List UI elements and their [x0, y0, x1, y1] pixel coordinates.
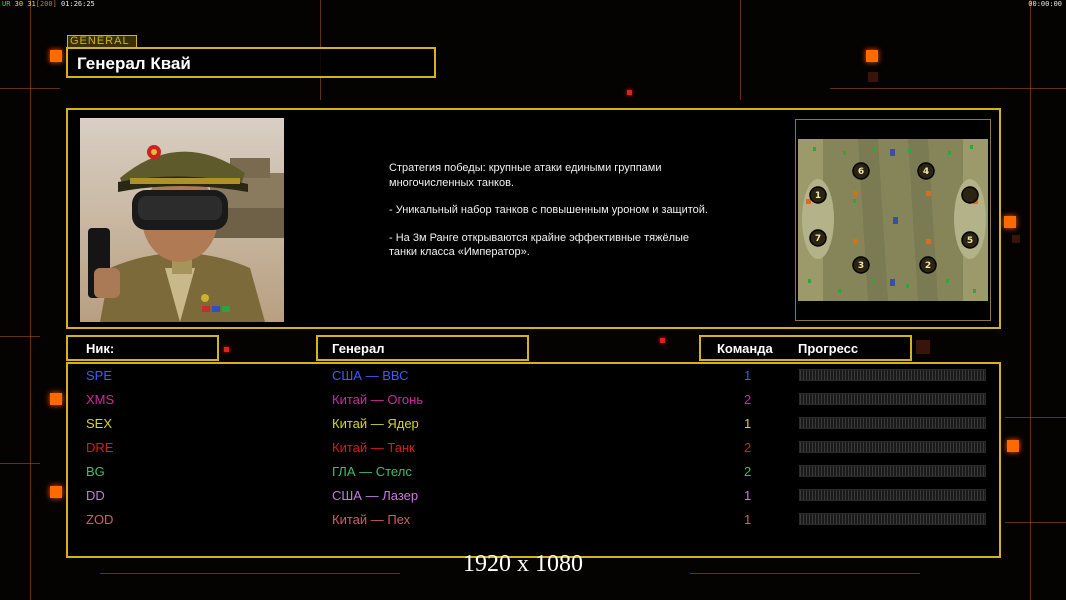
strategy-line-2: - Уникальный набор танков с повышенным у… — [389, 204, 708, 216]
player-row: SPE США — ВВС 1 — [68, 366, 999, 390]
header-nick: Ник: — [66, 335, 219, 361]
map-slot-4: 4 — [923, 167, 929, 177]
player-nick: SPE — [86, 368, 113, 383]
player-general: США — Лазер — [332, 488, 419, 503]
player-nick: XMS — [86, 392, 115, 407]
player-general: Китай — Пех — [332, 512, 411, 527]
general-title: Генерал Квай — [77, 54, 191, 73]
players-table: SPE США — ВВС 1 XMS Китай — Огонь 2 SEX Китай —… — [66, 362, 1001, 558]
hud-label: UR — [2, 0, 11, 8]
player-row: DD США — Лазер 1 — [68, 486, 999, 510]
hud-fps-readout: UR 30 31[200] 01:26:25 — [2, 0, 95, 8]
header-nick-label: Ник: — [86, 341, 115, 356]
player-team: 1 — [744, 512, 752, 527]
player-row: BG ГЛА — Стелс 2 — [68, 462, 999, 486]
map-slot-5: 5 — [967, 236, 973, 246]
player-general: Китай — Ядер — [332, 416, 419, 431]
player-team: 2 — [744, 440, 752, 455]
header-progress-label: Прогресс — [798, 341, 859, 356]
header-general: Генерал — [316, 335, 529, 361]
player-nick: BG — [86, 464, 105, 479]
player-progress-bar — [799, 513, 986, 525]
player-row: ZOD Китай — Пех 1 — [68, 510, 999, 534]
player-general: ГЛА — Стелс — [332, 464, 412, 479]
strategy-line-1: Стратегия победы: крупные атаки едиными … — [389, 162, 662, 189]
general-portrait — [80, 118, 284, 322]
resolution-label: 1920 x 1080 — [463, 551, 583, 577]
header-team-label: Команда — [717, 341, 773, 356]
map-slot-6: 6 — [858, 167, 864, 177]
player-team: 2 — [744, 464, 752, 479]
player-nick: DRE — [86, 440, 114, 455]
player-team: 1 — [744, 416, 752, 431]
map-slot-2: 2 — [925, 261, 931, 271]
player-team: 1 — [744, 368, 752, 383]
player-progress-bar — [799, 393, 986, 405]
player-general: Китай — Танк — [332, 440, 415, 455]
player-nick: DD — [86, 488, 105, 503]
strategy-description: Стратегия победы: крупные атаки едиными … — [389, 161, 709, 273]
general-title-panel: Генерал Квай — [66, 47, 436, 78]
player-general: Китай — Огонь — [332, 392, 424, 407]
player-team: 2 — [744, 392, 752, 407]
header-team-progress: Команда Прогресс — [699, 335, 912, 361]
player-team: 1 — [744, 488, 752, 503]
player-progress-bar — [799, 489, 986, 501]
player-nick: SEX — [86, 416, 113, 431]
hud-limit: [200] — [35, 0, 57, 8]
player-progress-bar — [799, 465, 986, 477]
general-info-panel: Стратегия победы: крупные атаки едиными … — [66, 108, 1001, 329]
map-preview[interactable]: 6 4 1 7 5 3 2 — [795, 119, 991, 321]
map-slot-3: 3 — [858, 261, 864, 271]
map-slot-1: 1 — [815, 191, 821, 201]
minimap-image: 6 4 1 7 5 3 2 — [798, 139, 988, 301]
player-row: SEX Китай — Ядер 1 — [68, 414, 999, 438]
player-row: XMS Китай — Огонь 2 — [68, 390, 999, 414]
player-general: США — ВВС — [332, 368, 409, 383]
header-general-label: Генерал — [332, 341, 385, 356]
hud-fps: 30 — [14, 0, 24, 8]
hud-time: 01:26:25 — [61, 0, 95, 8]
player-progress-bar — [799, 417, 986, 429]
player-progress-bar — [799, 369, 986, 381]
player-nick: ZOD — [86, 512, 114, 527]
map-slot-7: 7 — [815, 234, 821, 244]
hud-clock: 00:00:00 — [1028, 0, 1062, 8]
hud-fps2: 31 — [27, 0, 36, 8]
player-row: DRE Китай — Танк 2 — [68, 438, 999, 462]
strategy-line-3: - На 3м Ранге открываются крайне эффекти… — [389, 231, 690, 259]
player-progress-bar — [799, 441, 986, 453]
